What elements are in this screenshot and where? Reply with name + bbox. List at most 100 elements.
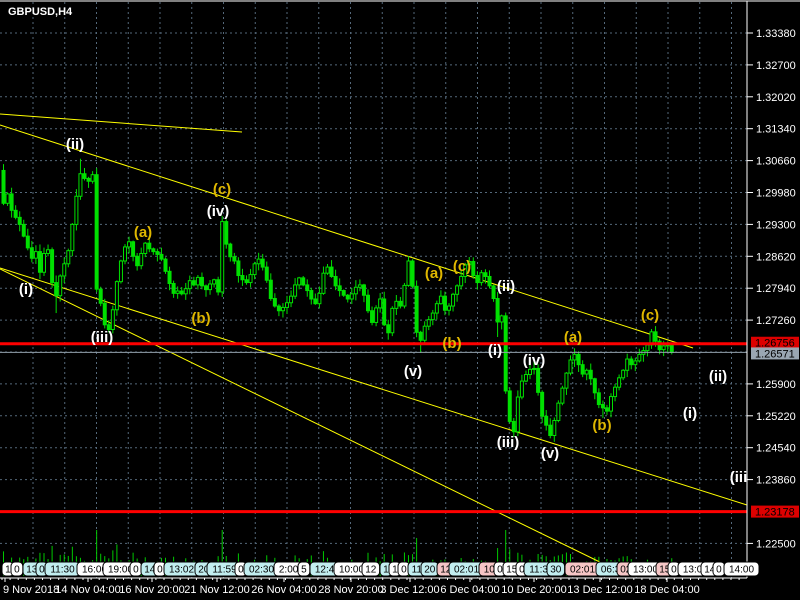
candle-body — [353, 286, 358, 295]
candle-body — [135, 255, 140, 267]
candle-body — [54, 282, 59, 297]
wave-label[interactable]: (ii) — [709, 368, 727, 385]
wave-label[interactable]: (iii) — [91, 329, 114, 346]
candle-body — [25, 235, 30, 249]
price-tick-label: 1.31340 — [756, 124, 796, 136]
candle-body — [252, 263, 257, 276]
price-tick-label: 1.27940 — [756, 283, 796, 295]
wave-label[interactable]: (ii) — [66, 136, 84, 153]
time-tag-label: 0 — [716, 565, 722, 576]
wave-label[interactable]: (i) — [19, 281, 33, 298]
candle-body — [515, 396, 520, 433]
candle-body — [653, 331, 658, 342]
candles — [1, 158, 674, 442]
date-label: 6 Dec 04:00 — [440, 584, 499, 596]
time-tag-label: 11:3 — [529, 565, 548, 576]
wave-label[interactable]: (iii) — [497, 434, 520, 451]
symbol-timeframe-label: GBPUSD,H4 — [8, 6, 73, 18]
time-tag-label: 0 — [14, 565, 20, 576]
candle-body — [9, 193, 14, 211]
candle-body — [118, 260, 123, 283]
time-tag-label: 12 — [365, 565, 377, 576]
candle-body — [442, 295, 447, 311]
candle-body — [13, 209, 18, 218]
wave-label[interactable]: (v) — [404, 363, 422, 380]
candle-body — [361, 284, 366, 296]
candle-body — [378, 298, 383, 309]
candle-body — [430, 312, 435, 321]
candle-body — [240, 275, 245, 281]
candle-body — [143, 242, 148, 254]
candle-body — [183, 288, 188, 295]
candle-body — [74, 195, 79, 225]
candle-body — [503, 315, 508, 392]
candle-body — [33, 251, 38, 259]
candle-body — [568, 359, 573, 374]
date-label: 21 Nov 12:00 — [184, 584, 249, 596]
price-tick-label: 1.32020 — [756, 92, 796, 104]
candle-body — [131, 241, 136, 257]
wave-label[interactable]: (c) — [641, 307, 659, 324]
candle-body — [175, 290, 180, 294]
candle-body — [621, 369, 626, 379]
candle-body — [208, 283, 213, 291]
trendline-top-short[interactable] — [0, 113, 243, 133]
candle-body — [50, 249, 55, 284]
wave-label[interactable]: (iv) — [207, 203, 230, 220]
trendline-middle-channel[interactable] — [0, 267, 747, 506]
candle-body — [544, 415, 549, 426]
time-tag-label: 30 — [550, 565, 562, 576]
candle-body — [394, 300, 399, 309]
chart-canvas[interactable]: (ii) (c) (iv) (a) (i) (b) (iii) (a) (c) (ii) (b) (i… — [0, 0, 800, 600]
candle-body — [422, 325, 427, 341]
wave-label[interactable]: (b) — [442, 335, 461, 352]
candle-body — [147, 242, 152, 250]
candle-body — [37, 251, 42, 273]
wave-label[interactable]: (v) — [541, 445, 559, 462]
wave-label[interactable]: (iii) — [730, 469, 753, 486]
candle-body — [528, 368, 532, 376]
candle-body — [374, 307, 379, 323]
price-tick-label: 1.25900 — [756, 379, 796, 391]
wave-label[interactable]: (c) — [453, 258, 471, 275]
wave-label[interactable]: (c) — [213, 181, 231, 198]
candle-body — [661, 345, 666, 351]
time-tag-label: 0 — [671, 565, 677, 576]
wave-label[interactable]: (a) — [564, 329, 582, 346]
candle-body — [21, 223, 26, 237]
time-axis[interactable]: 9 Nov 201814 Nov 04:0016 Nov 20:00 21 Nov… — [1, 578, 740, 596]
wave-label[interactable]: (i) — [683, 405, 697, 422]
candle-body — [289, 295, 294, 304]
wave-label[interactable]: (i) — [488, 342, 502, 359]
candle-body — [82, 173, 87, 179]
grid — [0, 2, 747, 578]
price-axis[interactable]: 1.33380 1.32700 1.32020 1.31340 1.30660 1.299… — [747, 28, 799, 550]
price-tick-label: 1.22500 — [756, 538, 796, 550]
wave-label[interactable]: (iv) — [523, 352, 546, 369]
candle-body — [398, 300, 403, 307]
candle-body — [195, 276, 200, 286]
date-label: 18 Dec 04:00 — [634, 584, 699, 596]
candle-body — [199, 276, 204, 287]
wave-label[interactable]: (a) — [425, 265, 443, 282]
time-tag-label: 12:4 — [315, 565, 335, 576]
candle-body — [414, 285, 419, 333]
candle-body — [321, 272, 326, 294]
wave-label[interactable]: (a) — [134, 224, 152, 241]
candle-body — [236, 260, 241, 277]
wave-label[interactable]: (b) — [191, 310, 210, 327]
candle-body — [264, 266, 269, 281]
wave-label[interactable]: (ii) — [497, 278, 515, 295]
candle-body — [609, 396, 613, 412]
candle-body — [317, 292, 322, 305]
candle-body — [94, 174, 99, 290]
candle-body — [78, 173, 83, 197]
time-tag-label: 1 — [5, 565, 11, 576]
candle-body — [337, 285, 342, 292]
wave-label[interactable]: (b) — [592, 417, 611, 434]
candle-body — [633, 360, 638, 366]
price-tick-label: 1.25220 — [756, 411, 796, 423]
date-label: 9 Nov 2018 — [3, 584, 59, 596]
candle-body — [455, 285, 460, 295]
candle-body — [272, 298, 277, 307]
